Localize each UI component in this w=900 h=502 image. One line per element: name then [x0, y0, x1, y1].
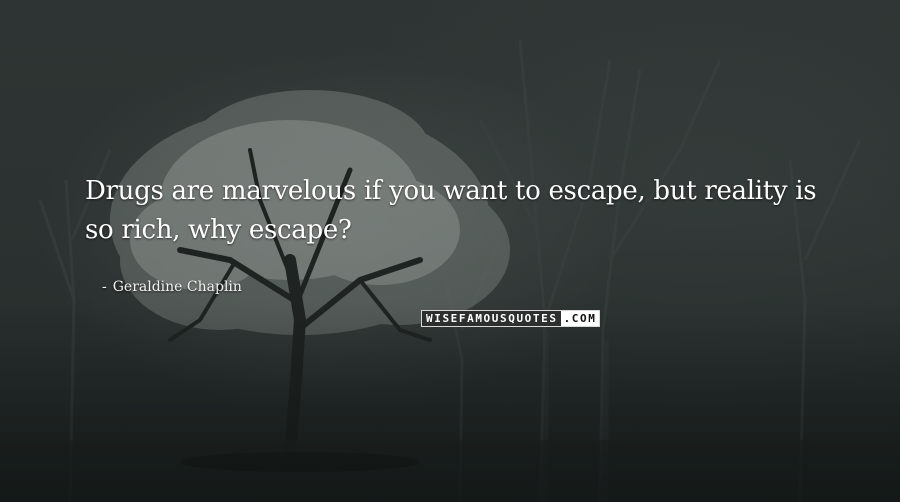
foggy-forest-background — [0, 39, 900, 502]
quote-block: Drugs are marvelous if you want to escap… — [85, 172, 845, 250]
quote-text: Drugs are marvelous if you want to escap… — [85, 172, 845, 250]
watermark-logo: WISEFAMOUSQUOTES .COM — [421, 310, 601, 327]
quote-image: Drugs are marvelous if you want to escap… — [0, 0, 900, 502]
quote-author: - Geraldine Chaplin — [102, 279, 242, 295]
quote-line-1: Drugs are marvelous if you want to escap… — [85, 176, 817, 206]
author-name: Geraldine Chaplin — [112, 279, 242, 295]
watermark-main-text: WISEFAMOUSQUOTES — [422, 311, 561, 326]
author-dash: - — [102, 279, 107, 295]
watermark-tld-text: .COM — [560, 311, 600, 326]
quote-line-2: so rich, why escape? — [85, 215, 352, 245]
